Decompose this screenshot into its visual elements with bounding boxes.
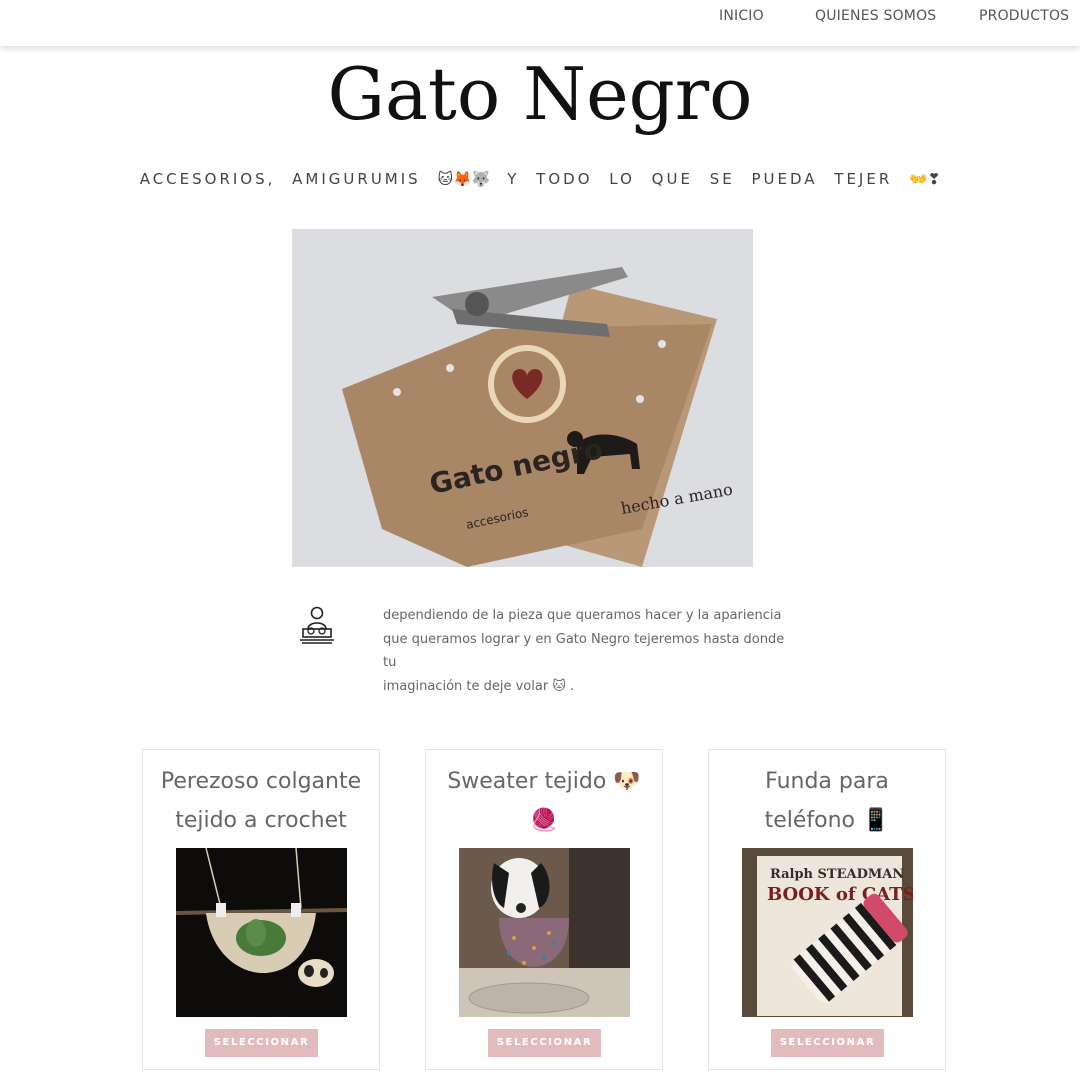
tagline-text-2: Y TODO LO QUE SE PUEDA TEJER	[507, 170, 893, 188]
nav-link-inicio[interactable]: INICIO	[719, 8, 764, 24]
intro-line-1: dependiendo de la pieza que queramos hac…	[383, 608, 782, 623]
intro-line-3: imaginación te deje volar 🐱 .	[383, 678, 575, 694]
tagline-emoji-hands-heart: 👐❣	[909, 170, 941, 188]
intro-cropped-line	[383, 589, 793, 595]
hero-image: hecho a mano Gato negro accesorios	[292, 229, 753, 567]
product-card-phone-case[interactable]: Funda para teléfono 📱 Ralph STEADMAN BOO…	[708, 749, 946, 1070]
book-author-text: Ralph STEADMAN	[770, 867, 904, 882]
knitting-person-icon	[298, 605, 336, 645]
select-button[interactable]: SELECCIONAR	[771, 1029, 884, 1057]
product-title: Perezoso colgante tejido a crochet	[160, 769, 362, 833]
product-image-sloth[interactable]	[176, 848, 347, 1017]
select-button[interactable]: SELECCIONAR	[205, 1029, 318, 1057]
intro-line-2: que queramos lograr y en Gato Negro teje…	[383, 631, 785, 671]
intro-paragraph: dependiendo de la pieza que queramos hac…	[383, 604, 793, 698]
product-card-sloth[interactable]: Perezoso colgante tejido a crochet SELEC…	[142, 749, 380, 1070]
tagline-text-1: ACCESORIOS, AMIGURUMIS	[139, 170, 421, 188]
product-image-dog-sweater[interactable]	[459, 848, 630, 1017]
nav-link-quienes-somos[interactable]: QUIENES SOMOS	[815, 8, 936, 24]
nav-link-productos[interactable]: PRODUCTOS	[979, 8, 1069, 24]
tagline-emoji-animals: 🐱🦊🐺	[437, 170, 491, 188]
product-title: Funda para teléfono 📱	[764, 769, 890, 833]
product-image-phone-case[interactable]: Ralph STEADMAN BOOK of CATS	[742, 848, 913, 1017]
cat-emoji-icon: 🐱	[552, 678, 566, 694]
site-title: Gato Negro	[327, 52, 753, 136]
book-title-text: BOOK of CATS	[767, 884, 913, 905]
select-button[interactable]: SELECCIONAR	[488, 1029, 601, 1057]
top-nav-bar: INICIO QUIENES SOMOS PRODUCTOS	[0, 0, 1080, 46]
product-title: Sweater tejido 🐶 🧶	[447, 769, 641, 833]
site-tagline: ACCESORIOS, AMIGURUMIS 🐱🦊🐺 Y TODO LO QUE…	[0, 170, 1080, 188]
hero-illustration: hecho a mano Gato negro accesorios	[292, 229, 753, 567]
product-card-sweater[interactable]: Sweater tejido 🐶 🧶 SELECCIONAR	[425, 749, 663, 1070]
